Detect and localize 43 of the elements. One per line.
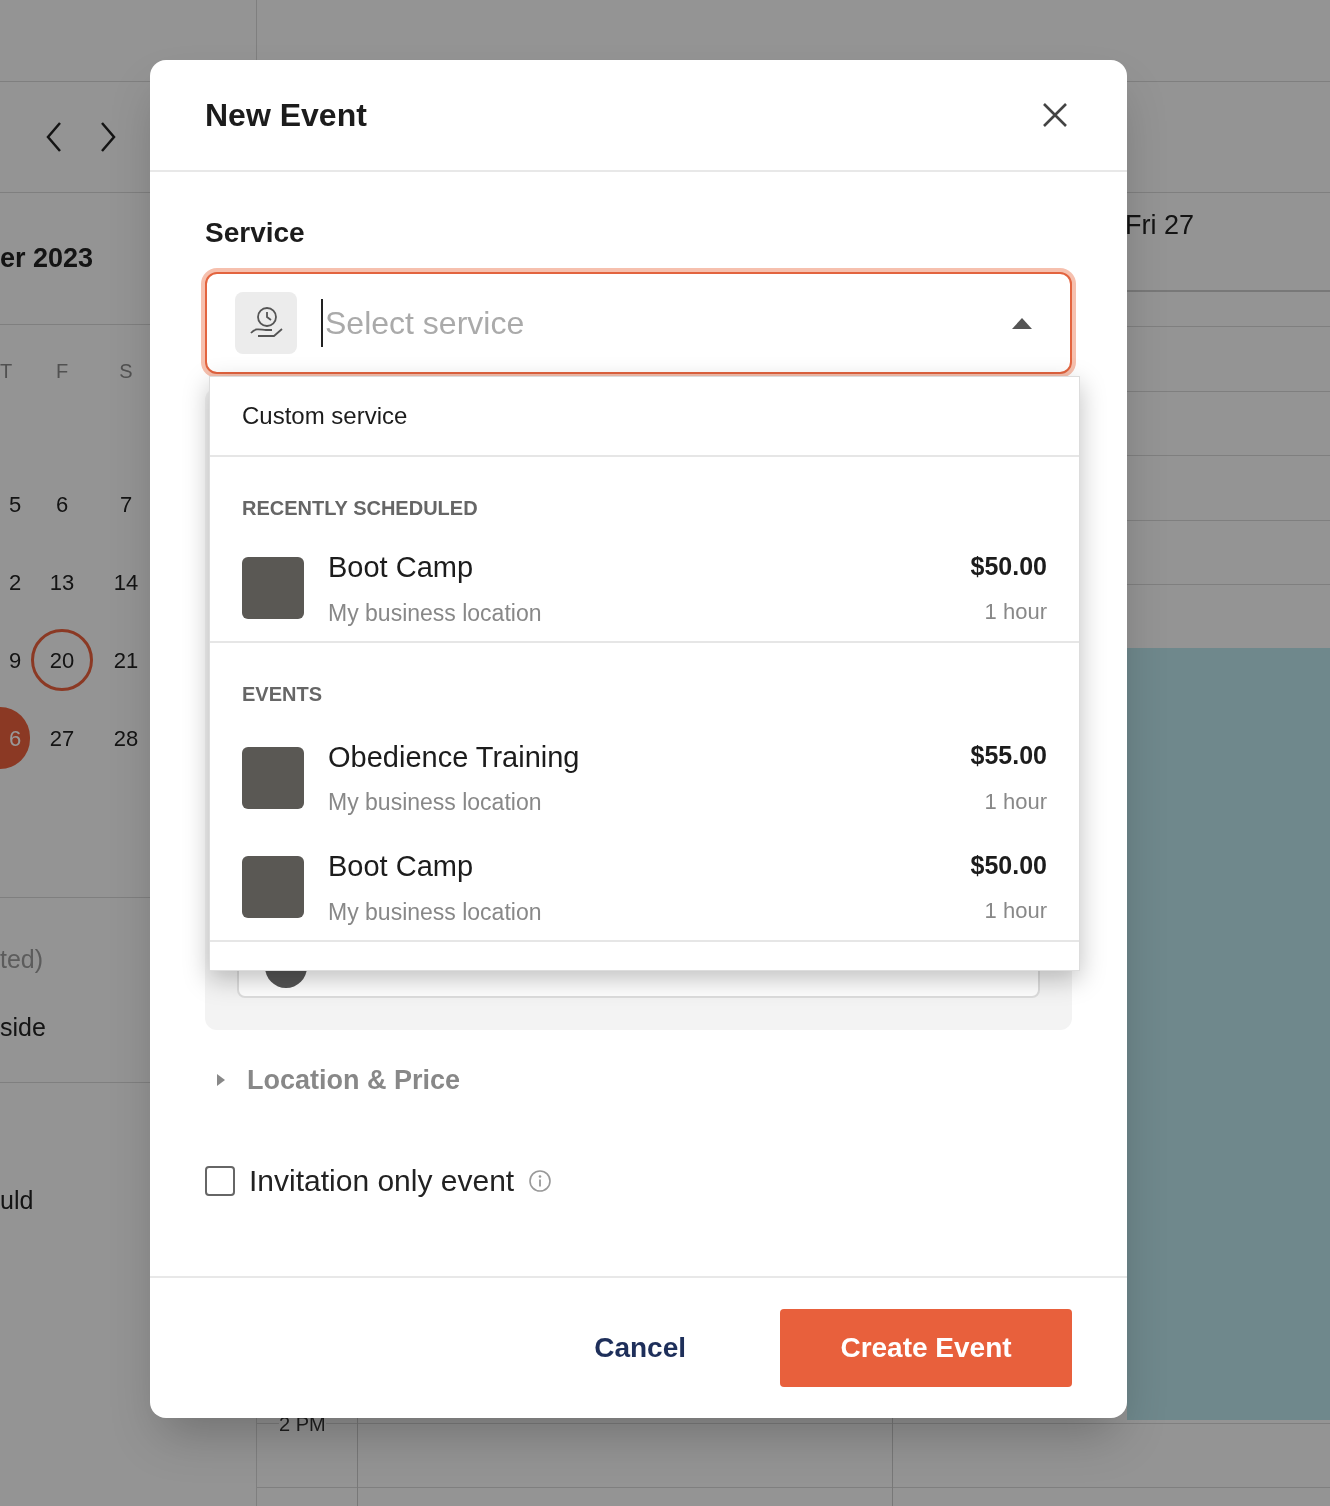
calendar-day[interactable]: 5 bbox=[0, 473, 30, 535]
dropdown-option[interactable]: Custom service bbox=[210, 377, 1079, 457]
service-price: $50.00 bbox=[970, 550, 1047, 582]
calendar-day[interactable]: 27 bbox=[31, 707, 93, 769]
calendar-day[interactable]: 13 bbox=[31, 551, 93, 613]
service-location: My business location bbox=[328, 788, 543, 817]
service-price: $55.00 bbox=[970, 740, 1047, 772]
service-option[interactable]: Boot Camp My business location $50.00 1 hour bbox=[210, 535, 1079, 643]
service-duration: 1 hour bbox=[984, 787, 1047, 816]
calendar-day[interactable]: 2 bbox=[0, 551, 30, 613]
sidebar-text: side bbox=[0, 1012, 47, 1044]
service-option[interactable]: Boot Camp My business location $50.00 1 hour bbox=[210, 834, 1079, 942]
photo-placeholder bbox=[242, 746, 304, 809]
close-icon bbox=[1042, 102, 1068, 128]
section-header: EVENTS bbox=[241, 682, 324, 707]
service-option[interactable]: Obedience Training My business location $55.00 1 hour bbox=[210, 721, 1079, 834]
photo-placeholder bbox=[242, 557, 304, 619]
create-event-button[interactable]: Create Event bbox=[780, 1309, 1072, 1387]
service-title: Boot Camp bbox=[328, 550, 475, 585]
service-location: My business location bbox=[328, 598, 543, 628]
sidebar-text: ted) bbox=[0, 944, 45, 976]
weekday-label: S bbox=[118, 359, 134, 384]
service-price: $50.00 bbox=[970, 849, 1047, 881]
service-title: Boot Camp bbox=[328, 849, 475, 884]
calendar-day[interactable]: 9 bbox=[0, 629, 30, 691]
day-header: Fri 27 bbox=[1125, 210, 1195, 240]
calendar-day[interactable]: 20 bbox=[31, 629, 93, 691]
dialog-title: New Event bbox=[205, 96, 367, 135]
service-duration: 1 hour bbox=[984, 598, 1047, 627]
service-location: My business location bbox=[328, 897, 543, 927]
section-header: RECENTLY SCHEDULED bbox=[241, 496, 479, 521]
service-title: Obedience Training bbox=[328, 739, 581, 775]
month-title: er 2023 bbox=[0, 242, 94, 276]
cancel-button[interactable]: Cancel bbox=[574, 1309, 706, 1387]
info-icon[interactable] bbox=[528, 1168, 553, 1193]
field-label: Service bbox=[205, 216, 306, 250]
weekday-label: F bbox=[54, 359, 70, 384]
service-duration: 1 hour bbox=[984, 897, 1047, 926]
weekday-label: T bbox=[0, 359, 14, 384]
search-input[interactable]: Select service bbox=[321, 299, 1012, 347]
calendar-day[interactable]: 6 bbox=[31, 473, 93, 535]
checkbox[interactable] bbox=[205, 1165, 235, 1196]
photo-placeholder bbox=[242, 856, 304, 918]
